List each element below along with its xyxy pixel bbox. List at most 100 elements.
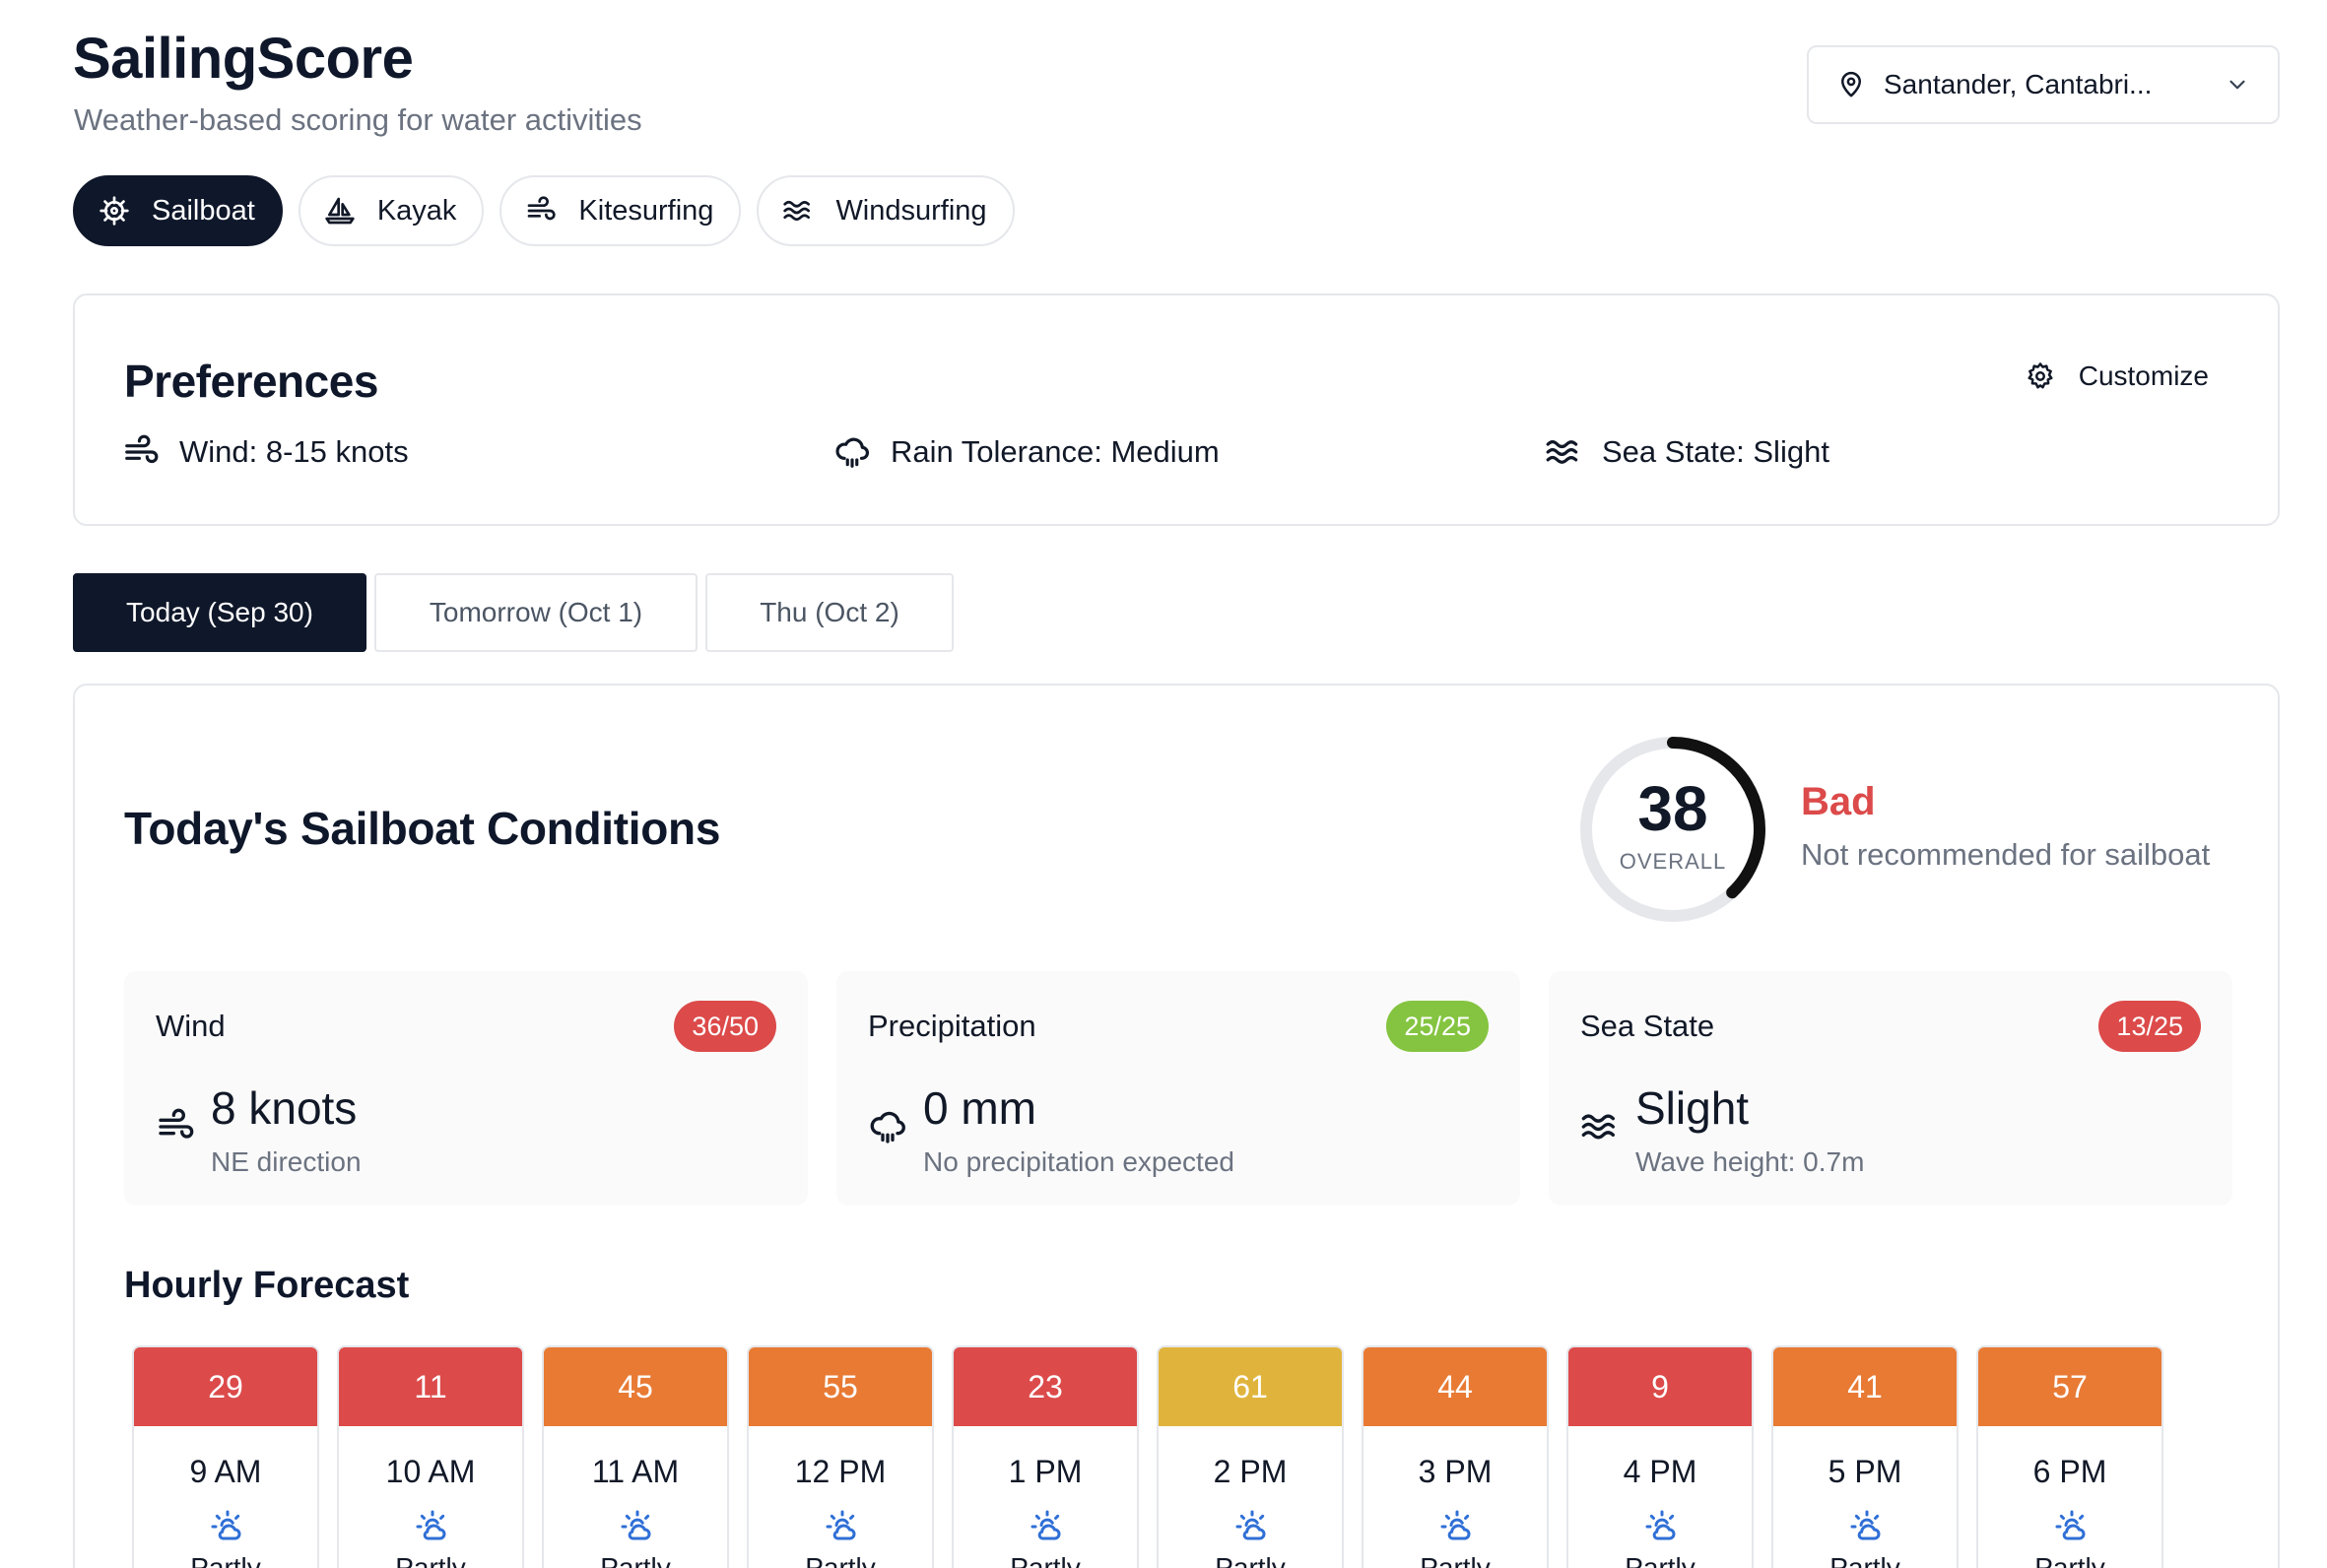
hour-time: 3 PM — [1418, 1454, 1493, 1489]
wind-icon — [528, 196, 557, 221]
partly-cloudy-icon — [211, 1510, 241, 1540]
pref-rain: Rain Tolerance: Medium — [833, 433, 1220, 471]
metric-name: Sea State — [1580, 1009, 1715, 1043]
partly-cloudy-icon — [2055, 1510, 2086, 1540]
partly-cloudy-icon — [826, 1510, 856, 1540]
hour-card[interactable]: 11 10 AM Partly — [337, 1345, 524, 1568]
hour-condition: Partly — [1010, 1552, 1081, 1568]
hour-time: 11 AM — [591, 1454, 680, 1489]
hour-score: 29 — [134, 1347, 317, 1426]
hour-time: 4 PM — [1623, 1454, 1697, 1489]
hour-time: 2 PM — [1213, 1454, 1288, 1489]
activity-tab-kitesurfing[interactable]: Kitesurfing — [499, 175, 742, 246]
hour-condition: Partly — [805, 1552, 876, 1568]
pref-sea: Sea State: Slight — [1545, 433, 1829, 471]
hour-condition: Partly — [395, 1552, 466, 1568]
day-tab-thu[interactable]: Thu (Oct 2) — [705, 573, 954, 652]
score-badge: 13/25 — [2098, 1001, 2201, 1052]
pref-wind-text: Wind: 8-15 knots — [179, 434, 409, 469]
pref-rain-text: Rain Tolerance: Medium — [891, 434, 1220, 469]
metric-subtext: No precipitation expected — [923, 1146, 1234, 1177]
hour-time: 9 AM — [189, 1454, 262, 1489]
hour-card[interactable]: 61 2 PM Partly — [1157, 1345, 1344, 1568]
hour-score: 55 — [749, 1347, 932, 1426]
hour-score: 9 — [1568, 1347, 1752, 1426]
metric-name: Precipitation — [868, 1009, 1036, 1043]
hour-score: 45 — [544, 1347, 727, 1426]
activity-tab-kayak[interactable]: Kayak — [298, 175, 485, 246]
hour-time: 1 PM — [1008, 1454, 1083, 1489]
chevron-down-icon — [2229, 80, 2245, 90]
hour-card[interactable]: 23 1 PM Partly — [952, 1345, 1139, 1568]
score-badge: 36/50 — [674, 1001, 776, 1052]
hour-card[interactable]: 9 4 PM Partly — [1566, 1345, 1754, 1568]
overall-score-gauge: 38 OVERALL — [1574, 731, 1771, 928]
map-pin-icon — [1841, 71, 1861, 98]
hour-time: 12 PM — [794, 1454, 887, 1489]
partly-cloudy-icon — [1031, 1510, 1061, 1540]
metric-value: Slight — [1635, 1082, 1750, 1134]
activity-tab-label: Windsurfing — [835, 194, 987, 227]
waves-icon — [1546, 440, 1578, 464]
hour-card[interactable]: 29 9 AM Partly — [132, 1345, 319, 1568]
metric-subtext: NE direction — [211, 1146, 362, 1177]
hourly-forecast-list: 29 9 AM Partly 11 10 AM Partly 45 11 AM … — [132, 1345, 2163, 1568]
metric-card-sea-state: Sea State 13/25 Slight Wave height: 0.7m — [1549, 971, 2232, 1206]
preferences-title: Preferences — [124, 356, 378, 407]
activity-tab-windsurfing[interactable]: Windsurfing — [757, 175, 1015, 246]
activity-tab-sailboat[interactable]: Sailboat — [73, 175, 283, 246]
cloud-rain-icon — [835, 437, 870, 468]
hour-time: 5 PM — [1828, 1454, 1902, 1489]
hour-card[interactable]: 44 3 PM Partly — [1362, 1345, 1549, 1568]
metric-card-wind: Wind 36/50 8 knots NE direction — [124, 971, 808, 1206]
preferences-card: Preferences Customize Wind: 8-15 knots R… — [73, 294, 2280, 526]
rating-label: Bad — [1801, 780, 1876, 823]
hour-card[interactable]: 57 6 PM Partly — [1976, 1345, 2163, 1568]
hour-time: 6 PM — [2032, 1454, 2107, 1489]
conditions-card: Today's Sailboat Conditions 38 OVERALL B… — [73, 684, 2280, 1568]
day-tab-today[interactable]: Today (Sep 30) — [73, 573, 366, 652]
overall-score-label: OVERALL — [1619, 849, 1727, 874]
day-tabs: Today (Sep 30) Tomorrow (Oct 1) Thu (Oct… — [73, 573, 954, 652]
rating-description: Not recommended for sailboat — [1801, 837, 2211, 872]
partly-cloudy-icon — [1235, 1510, 1266, 1540]
app-subtitle: Weather-based scoring for water activiti… — [74, 102, 642, 137]
waves-icon — [1581, 1114, 1615, 1140]
partly-cloudy-icon — [1645, 1510, 1676, 1540]
activity-tab-label: Kitesurfing — [578, 194, 714, 227]
hour-condition: Partly — [1625, 1552, 1695, 1568]
pref-sea-text: Sea State: Slight — [1602, 434, 1829, 469]
pref-wind: Wind: 8-15 knots — [122, 433, 409, 471]
hour-condition: Partly — [1829, 1552, 1900, 1568]
waves-icon — [783, 201, 811, 221]
hour-score: 44 — [1363, 1347, 1547, 1426]
hour-card[interactable]: 41 5 PM Partly — [1771, 1345, 1959, 1568]
hour-condition: Partly — [2034, 1552, 2105, 1568]
gear-icon — [2028, 362, 2053, 389]
day-tab-tomorrow[interactable]: Tomorrow (Oct 1) — [374, 573, 698, 652]
hour-score: 23 — [954, 1347, 1137, 1426]
location-select[interactable]: Santander, Cantabri... — [1807, 45, 2280, 124]
hour-card[interactable]: 55 12 PM Partly — [747, 1345, 934, 1568]
metric-name: Wind — [156, 1009, 226, 1043]
app-title: SailingScore — [73, 27, 414, 91]
hour-score: 61 — [1159, 1347, 1342, 1426]
sailboat-icon — [325, 197, 355, 225]
metric-card-precipitation: Precipitation 25/25 0 mm No precipitatio… — [836, 971, 1520, 1206]
cloud-rain-icon — [870, 1111, 905, 1143]
hour-time: 10 AM — [385, 1454, 476, 1489]
hourly-forecast-title: Hourly Forecast — [124, 1265, 410, 1306]
partly-cloudy-icon — [1850, 1510, 1881, 1540]
activity-tabs: Sailboat Kayak Kitesurfing Windsurfing — [73, 175, 1015, 246]
customize-label: Customize — [2078, 360, 2209, 391]
location-value: Santander, Cantabri... — [1884, 69, 2153, 99]
score-badge: 25/25 — [1386, 1001, 1489, 1052]
activity-tab-label: Sailboat — [152, 194, 255, 227]
customize-button[interactable]: Customize — [2026, 360, 2209, 392]
hour-score: 57 — [1978, 1347, 2161, 1426]
hour-card[interactable]: 45 11 AM Partly — [542, 1345, 729, 1568]
wind-icon — [125, 434, 159, 464]
hour-score: 11 — [339, 1347, 522, 1426]
hour-condition: Partly — [1420, 1552, 1491, 1568]
conditions-title: Today's Sailboat Conditions — [124, 803, 721, 854]
